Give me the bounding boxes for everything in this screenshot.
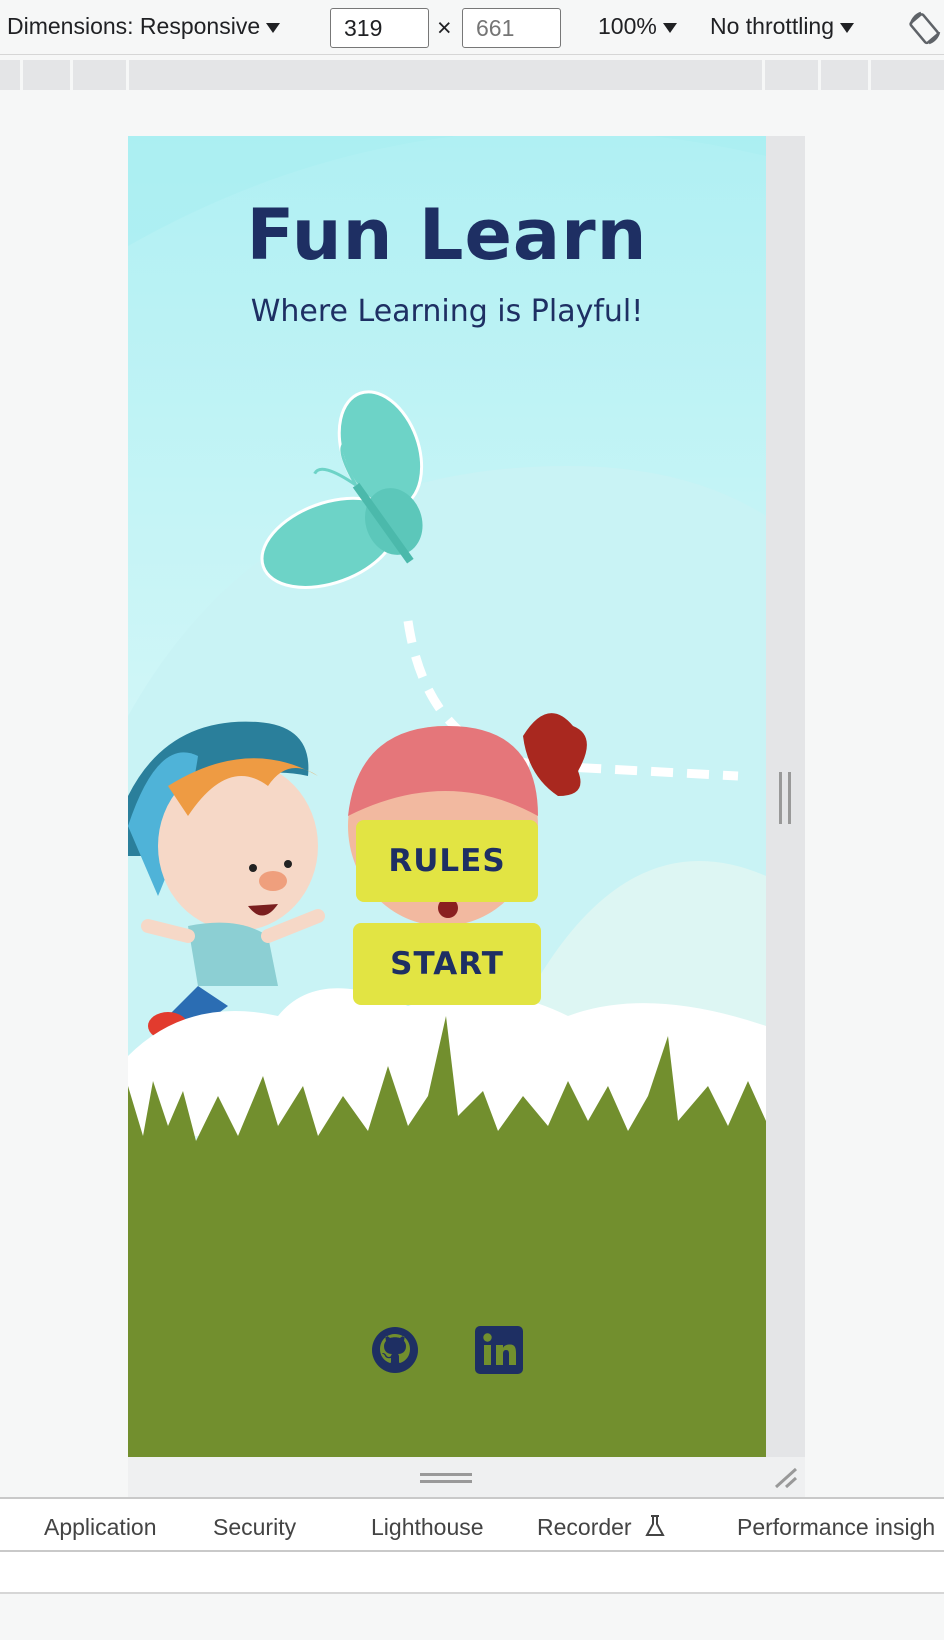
devtools-tabbar: Application Security Lighthouse Recorder… bbox=[0, 1497, 944, 1552]
zoom-label: 100% bbox=[598, 13, 657, 39]
device-viewport: Fun Learn Where Learning is Playful! RUL… bbox=[128, 136, 766, 1457]
start-button[interactable]: START bbox=[353, 923, 541, 1005]
tab-application[interactable]: Application bbox=[44, 1514, 157, 1541]
device-toolbar: Dimensions: Responsive × 100% No throttl… bbox=[0, 0, 944, 55]
ruler-segment bbox=[126, 60, 129, 90]
corner-resize-icon[interactable] bbox=[770, 1463, 800, 1491]
times-separator: × bbox=[437, 14, 452, 42]
tab-lighthouse[interactable]: Lighthouse bbox=[371, 1514, 484, 1541]
background-illustration bbox=[128, 136, 766, 1457]
page-title: Fun Learn bbox=[246, 194, 648, 276]
github-icon[interactable] bbox=[369, 1324, 421, 1376]
dimensions-dropdown[interactable]: Dimensions: Responsive bbox=[7, 13, 281, 40]
ruler-segment bbox=[868, 60, 871, 90]
linkedin-icon[interactable] bbox=[473, 1324, 525, 1376]
ruler-segment bbox=[20, 60, 23, 90]
tab-performance-insights[interactable]: Performance insigh bbox=[737, 1514, 935, 1541]
tab-recorder[interactable]: Recorder bbox=[537, 1514, 666, 1541]
width-input[interactable] bbox=[330, 8, 429, 48]
ruler-segment bbox=[818, 60, 821, 90]
tab-recorder-label: Recorder bbox=[537, 1514, 632, 1540]
right-resize-handle[interactable] bbox=[779, 772, 791, 824]
flask-icon bbox=[645, 1515, 665, 1536]
media-query-ruler[interactable] bbox=[0, 60, 944, 90]
devtools-panel-body bbox=[0, 1552, 944, 1594]
ruler-segment bbox=[70, 60, 73, 90]
page-subtitle: Where Learning is Playful! bbox=[250, 294, 644, 329]
ruler-segment bbox=[762, 60, 765, 90]
rotate-icon[interactable] bbox=[905, 8, 944, 48]
zoom-dropdown[interactable]: 100% bbox=[598, 13, 677, 40]
bottom-resize-handle[interactable] bbox=[420, 1473, 472, 1483]
throttling-dropdown[interactable]: No throttling bbox=[710, 13, 855, 40]
rules-button[interactable]: RULES bbox=[356, 820, 538, 902]
height-input[interactable] bbox=[462, 8, 561, 48]
chevron-down-icon bbox=[266, 22, 281, 33]
throttling-label: No throttling bbox=[710, 13, 835, 39]
chevron-down-icon bbox=[662, 22, 677, 33]
tab-security[interactable]: Security bbox=[213, 1514, 296, 1541]
dimensions-label: Dimensions: Responsive bbox=[7, 13, 261, 39]
chevron-down-icon bbox=[840, 22, 855, 33]
